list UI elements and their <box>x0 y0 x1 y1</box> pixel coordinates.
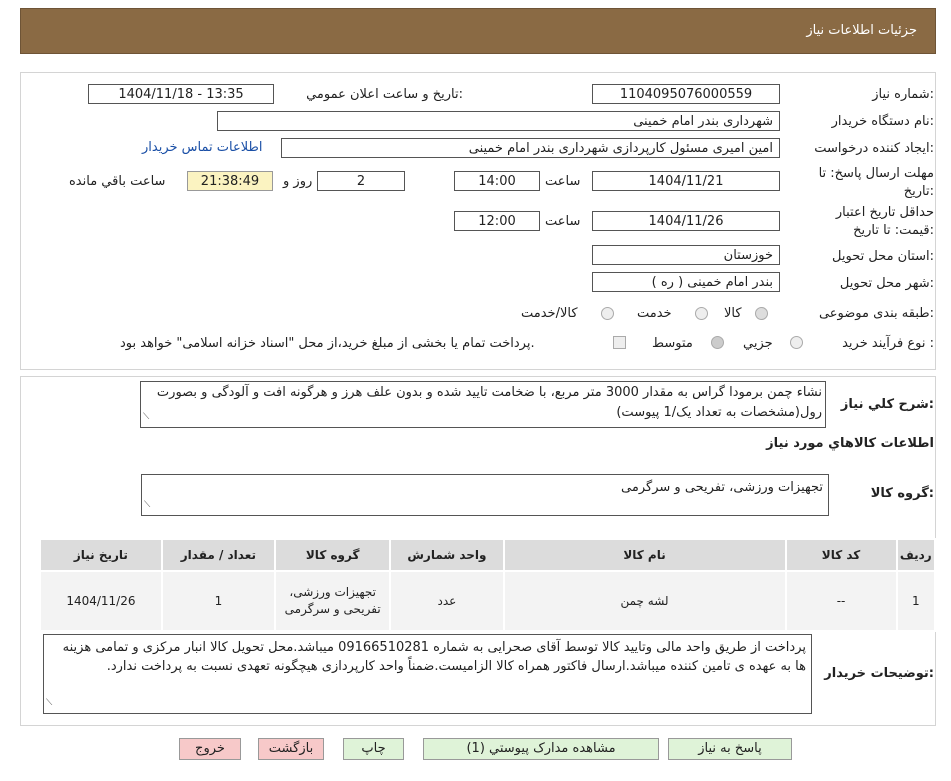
print-button[interactable]: چاپ <box>343 738 404 760</box>
cell-group: تجهیزات ورزشی، تفریحی و سرگرمی <box>273 570 392 632</box>
validity-time-field: 12:00 <box>454 211 540 231</box>
summary-label: شرح كلي نياز: <box>840 397 934 412</box>
need-number-field: 1104095076000559 <box>592 84 780 104</box>
cell-code: -- <box>784 570 898 632</box>
province-field: خوزستان <box>592 245 780 265</box>
remaining-label: ساعت باقي مانده <box>69 174 166 189</box>
validity-label: حداقل تاريخ اعتبار <box>835 205 934 220</box>
page-header: جزئیات اطلاعات نیاز <box>20 8 936 54</box>
attachments-button[interactable]: مشاهده مدارک پیوستي (1) <box>423 738 659 760</box>
deadline-label-date: تاریخ: <box>903 184 934 199</box>
validity-date-field: 1404/11/26 <box>592 211 780 231</box>
province-label: استان محل تحويل: <box>832 249 934 264</box>
cell-date: 1404/11/26 <box>39 570 163 632</box>
col-date: تاريخ نياز <box>39 538 163 572</box>
buyer-contact-link[interactable]: اطلاعات تماس خريدار <box>142 140 262 155</box>
cell-qty: 1 <box>160 570 277 632</box>
category-service-label: خدمت <box>637 306 672 321</box>
deadline-time-label: ساعت <box>545 174 581 189</box>
page-title: جزئیات اطلاعات نیاز <box>806 23 917 38</box>
announce-label: تاریخ و ساعت اعلان عمومي: <box>306 87 463 102</box>
process-minor-radio[interactable] <box>790 336 803 349</box>
category-both-label: کالا/خدمت <box>521 306 578 321</box>
deadline-label: مهلت ارسال پاسخ: تا <box>818 166 934 181</box>
goods-group-field: تجهیزات ورزشی، تفریحی و سرگرمی ⟋ <box>141 474 829 516</box>
treasury-note: پرداخت تمام يا بخشی از مبلغ خريد،از محل … <box>120 336 535 351</box>
deadline-date-field: 1404/11/21 <box>592 171 780 191</box>
days-label: روز و <box>283 174 313 189</box>
reply-button[interactable]: پاسخ به نياز <box>668 738 792 760</box>
creator-field: امین امیری مسئول کارپردازی شهرداری بندر … <box>281 138 780 158</box>
col-qty: تعداد / مقدار <box>160 538 277 572</box>
col-unit: واحد شمارش <box>389 538 505 572</box>
process-label: نوع فرآيند خريد : <box>842 336 934 351</box>
summary-textarea[interactable]: نشاء چمن برمودا گراس به مقدار 3000 متر م… <box>140 381 826 428</box>
cell-unit: عدد <box>389 570 505 632</box>
goods-group-label: گروه كالا: <box>870 486 934 501</box>
category-goods-label: کالا <box>724 306 742 321</box>
table-row: 1 -- لشه چمن عدد تجهیزات ورزشی، تفریحی و… <box>39 570 937 632</box>
need-number-label: شماره نیاز: <box>872 87 934 102</box>
col-code: كد كالا <box>784 538 898 572</box>
city-label: شهر محل تحويل: <box>839 276 934 291</box>
category-label: طبقه بندی موضوعی: <box>818 306 934 321</box>
goods-section-title: اطلاعات كالاهاي مورد نياز <box>766 436 934 451</box>
validity-time-label: ساعت <box>545 214 581 229</box>
back-button[interactable]: بازگشت <box>258 738 324 760</box>
resize-grip-icon[interactable]: ⟋ <box>144 496 150 515</box>
validity-label-date: قيمت: تا تاريخ: <box>853 223 934 238</box>
announce-field: 1404/11/18 - 13:35 <box>88 84 274 104</box>
buyer-notes-textarea[interactable]: پرداخت از طریق واحد مالی وتایید کالا توس… <box>43 634 812 714</box>
resize-grip-icon[interactable]: ⟋ <box>46 694 52 713</box>
resize-grip-icon[interactable]: ⟋ <box>143 407 149 427</box>
city-field: بندر امام خمینی ( ره ) <box>592 272 780 292</box>
creator-label: ايجاد كننده درخواست: <box>814 141 934 156</box>
category-both-radio[interactable] <box>601 307 614 320</box>
summary-text: نشاء چمن برمودا گراس به مقدار 3000 متر م… <box>156 385 822 420</box>
col-name: نام كالا <box>502 538 787 572</box>
buyer-notes-text: پرداخت از طریق واحد مالی وتایید کالا توس… <box>62 640 806 674</box>
buyer-notes-label: توضيحات خريدار: <box>824 666 934 681</box>
process-minor-label: جزيي <box>743 336 773 351</box>
buyer-org-field: شهرداری بندر امام خمینی <box>217 111 780 131</box>
deadline-time-field: 14:00 <box>454 171 540 191</box>
goods-table: رديف كد كالا نام كالا واحد شمارش گروه كا… <box>39 538 937 632</box>
goods-group-value: تجهیزات ورزشی، تفریحی و سرگرمی <box>621 480 823 495</box>
col-group: گروه كالا <box>273 538 392 572</box>
col-row: رديف <box>895 538 937 572</box>
process-medium-label: متوسط <box>652 336 693 351</box>
category-service-radio[interactable] <box>695 307 708 320</box>
buyer-org-label: نام دستگاه خريدار: <box>831 114 934 129</box>
remaining-timer: 21:38:49 <box>187 171 273 191</box>
table-header-row: رديف كد كالا نام كالا واحد شمارش گروه كا… <box>39 538 937 572</box>
exit-button[interactable]: خروج <box>179 738 241 760</box>
treasury-checkbox[interactable] <box>613 336 626 349</box>
cell-name: لشه چمن <box>502 570 787 632</box>
process-medium-radio[interactable] <box>711 336 724 349</box>
days-field: 2 <box>317 171 405 191</box>
category-goods-radio[interactable] <box>755 307 768 320</box>
cell-row: 1 <box>895 570 937 632</box>
